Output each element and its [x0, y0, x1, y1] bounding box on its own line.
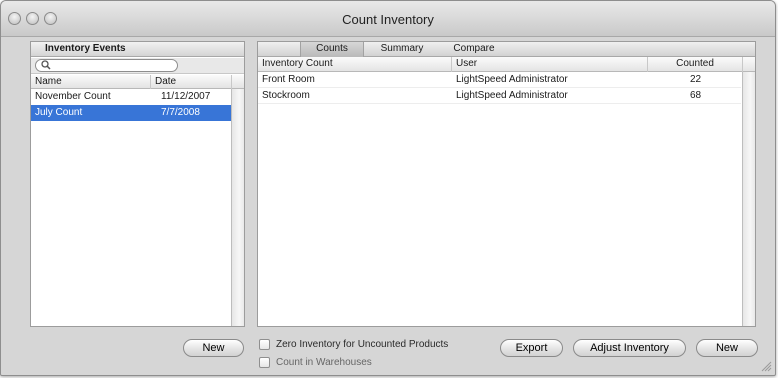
counted-cell: 22	[689, 74, 702, 85]
zero-inventory-label: Zero Inventory for Uncounted Products	[276, 339, 449, 350]
search-bar	[31, 58, 244, 74]
resize-grip-icon[interactable]	[760, 360, 772, 372]
table-row[interactable]: Stockroom LightSpeed Administrator 68	[258, 88, 741, 104]
table-row[interactable]: Front Room LightSpeed Administrator 22	[258, 72, 741, 88]
events-column-headers: Name Date	[31, 75, 244, 89]
event-name: July Count	[35, 107, 83, 118]
user-cell: LightSpeed Administrator	[456, 90, 568, 101]
event-row-november-count[interactable]: November Count 11/12/2007	[31, 89, 232, 105]
event-date: 11/12/2007	[161, 91, 211, 102]
counted-cell: 68	[689, 90, 702, 101]
inventory-count-cell: Front Room	[262, 74, 315, 85]
window-title: Count Inventory	[342, 12, 434, 27]
export-button[interactable]: Export	[500, 339, 563, 357]
event-name: November Count	[35, 91, 111, 102]
column-header-name[interactable]: Name	[31, 75, 151, 89]
counts-panel: Counts Summary Compare Inventory Count U…	[257, 41, 756, 327]
count-inventory-window: Count Inventory Inventory Events Name Da…	[0, 0, 776, 376]
column-header-user[interactable]: User	[452, 57, 648, 72]
adjust-inventory-button[interactable]: Adjust Inventory	[573, 339, 686, 357]
count-in-warehouses-label: Count in Warehouses	[276, 357, 372, 368]
inventory-count-cell: Stockroom	[262, 90, 310, 101]
user-cell: LightSpeed Administrator	[456, 74, 568, 85]
new-event-button[interactable]: New	[183, 339, 244, 357]
new-count-button[interactable]: New	[696, 339, 758, 357]
tab-compare[interactable]: Compare	[442, 42, 506, 57]
search-icon	[41, 60, 51, 70]
count-in-warehouses-checkbox-box[interactable]	[259, 357, 270, 368]
events-scrollbar[interactable]	[231, 89, 244, 326]
event-row-july-count[interactable]: July Count 7/7/2008	[31, 105, 232, 121]
counts-scrollbar[interactable]	[742, 72, 755, 326]
counts-column-headers: Inventory Count User Counted	[258, 57, 755, 72]
event-date: 7/7/2008	[161, 107, 200, 118]
search-input[interactable]	[35, 59, 178, 72]
title-bar[interactable]: Count Inventory	[1, 1, 775, 37]
column-header-inventory-count[interactable]: Inventory Count	[258, 57, 452, 72]
zero-inventory-checkbox-box[interactable]	[259, 339, 270, 350]
tab-counts[interactable]: Counts	[300, 42, 364, 57]
column-header-date[interactable]: Date	[151, 75, 232, 89]
tab-bar: Counts Summary Compare	[258, 42, 755, 57]
column-header-counted[interactable]: Counted	[648, 57, 743, 72]
inventory-events-header: Inventory Events	[31, 42, 244, 57]
inventory-events-panel: Inventory Events Name Date November Coun…	[30, 41, 245, 327]
inventory-events-title: Inventory Events	[45, 43, 126, 54]
tab-summary[interactable]: Summary	[370, 42, 434, 57]
